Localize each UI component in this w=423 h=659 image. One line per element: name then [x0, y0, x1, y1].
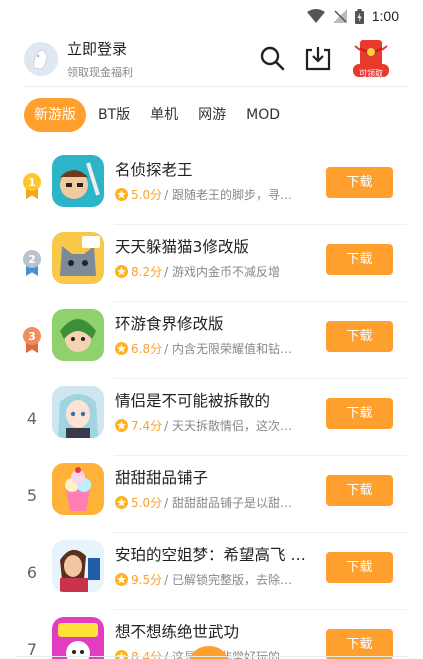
tab-new-games[interactable]: 新游版: [24, 98, 86, 132]
game-score: 5.0分: [131, 496, 163, 510]
clock: 1:00: [371, 8, 399, 24]
game-description: / 天天拆散情侣，这次…: [164, 419, 292, 433]
download-button[interactable]: 下载: [326, 244, 393, 275]
game-name[interactable]: 想不想练绝世武功: [115, 620, 239, 642]
game-meta: 6.8分 / 内含无限荣耀值和钻…: [115, 340, 292, 357]
tab-mod[interactable]: MOD: [246, 98, 280, 132]
rank-number: 6: [26, 562, 38, 582]
download-manager-icon[interactable]: [302, 42, 334, 74]
game-score: 8.4分: [131, 650, 163, 659]
download-button[interactable]: 下载: [326, 629, 393, 659]
header-divider: [24, 86, 408, 87]
list-item[interactable]: 3 环游食界修改版 6.8分 / 内含无限荣耀值和钻… 下载: [0, 302, 423, 379]
tab-online[interactable]: 网游: [198, 98, 226, 132]
red-packet-icon[interactable]: 可领取: [351, 38, 391, 78]
list-item[interactable]: 6 安珀的空姐梦：希望高飞 … 9.5分 / 已解锁完整版，去除… 下载: [0, 533, 423, 610]
game-score: 6.8分: [131, 342, 163, 356]
game-icon[interactable]: [52, 463, 104, 515]
game-icon[interactable]: [52, 386, 104, 438]
star-icon: [115, 419, 128, 432]
tab-single-player[interactable]: 单机: [150, 98, 178, 132]
game-icon[interactable]: [52, 540, 104, 592]
login-title[interactable]: 立即登录: [67, 38, 127, 59]
rank-medal-gold: 1: [20, 172, 44, 202]
game-meta: 8.2分 / 游戏内金币不减反增: [115, 263, 280, 280]
star-icon: [115, 573, 128, 586]
tab-bt[interactable]: BT版: [98, 98, 130, 132]
game-meta: 5.0分 / 甜甜甜品铺子是以甜…: [115, 494, 292, 511]
status-icons: 1:00: [306, 8, 399, 24]
game-description: / 游戏内金币不减反增: [164, 265, 280, 279]
game-name[interactable]: 甜甜甜品铺子: [115, 466, 208, 488]
status-bar: 1:00: [0, 0, 423, 34]
download-button[interactable]: 下载: [326, 398, 393, 429]
star-icon: [115, 265, 128, 278]
list-item[interactable]: 1 名侦探老王 5.0分 / 跟随老王的脚步，寻… 下载: [0, 148, 423, 225]
list-item[interactable]: 5 甜甜甜品铺子 5.0分 / 甜甜甜品铺子是以甜… 下载: [0, 456, 423, 533]
rank-number: 5: [26, 485, 38, 505]
wifi-icon: [306, 9, 325, 23]
category-tabs: 新游版 BT版 单机 网游 MOD: [24, 98, 300, 132]
game-name[interactable]: 环游食界修改版: [115, 312, 224, 334]
game-icon[interactable]: [52, 155, 104, 207]
no-signal-icon: [332, 9, 347, 23]
battery-icon: [354, 8, 364, 24]
game-icon[interactable]: [52, 232, 104, 284]
game-name[interactable]: 名侦探老王: [115, 158, 193, 180]
bottom-divider: [16, 656, 407, 657]
game-name[interactable]: 安珀的空姐梦：希望高飞 …: [115, 543, 306, 565]
game-icon[interactable]: [52, 309, 104, 361]
game-description: / 这是一款非常好玩的…: [164, 650, 292, 659]
star-icon: [115, 188, 128, 201]
star-icon: [115, 650, 128, 659]
game-description: / 甜甜甜品铺子是以甜…: [164, 496, 292, 510]
game-meta: 9.5分 / 已解锁完整版，去除…: [115, 571, 292, 588]
game-icon[interactable]: [52, 617, 104, 659]
red-packet-label: 可领取: [359, 69, 383, 78]
rank-number: 4: [26, 408, 38, 428]
game-description: / 跟随老王的脚步，寻…: [164, 188, 292, 202]
game-name[interactable]: 天天躲猫猫3修改版: [115, 235, 249, 257]
download-button[interactable]: 下载: [326, 321, 393, 352]
game-description: / 内含无限荣耀值和钻…: [164, 342, 292, 356]
download-button[interactable]: 下载: [326, 475, 393, 506]
game-name[interactable]: 情侣是不可能被拆散的: [115, 389, 270, 411]
star-icon: [115, 342, 128, 355]
game-score: 9.5分: [131, 573, 163, 587]
game-score: 5.0分: [131, 188, 163, 202]
game-score: 7.4分: [131, 419, 163, 433]
list-item[interactable]: 2 天天躲猫猫3修改版 8.2分 / 游戏内金币不减反增 下载: [0, 225, 423, 302]
download-button[interactable]: 下载: [326, 167, 393, 198]
rank-medal-silver: 2: [20, 249, 44, 279]
list-item[interactable]: 4 情侣是不可能被拆散的 7.4分 / 天天拆散情侣，这次… 下载: [0, 379, 423, 456]
game-description: / 已解锁完整版，去除…: [164, 573, 292, 587]
rank-medal-bronze: 3: [20, 326, 44, 356]
game-score: 8.2分: [131, 265, 163, 279]
download-button[interactable]: 下载: [326, 552, 393, 583]
search-icon[interactable]: [256, 42, 288, 74]
star-icon: [115, 496, 128, 509]
game-list: 1 名侦探老王 5.0分 / 跟随老王的脚步，寻… 下载 2 天天躲猫猫3修改版…: [0, 148, 423, 659]
header: 立即登录 领取现金福利 可领取: [0, 34, 423, 86]
avatar[interactable]: [24, 42, 58, 76]
game-meta: 5.0分 / 跟随老王的脚步，寻…: [115, 186, 292, 203]
login-subtitle: 领取现金福利: [67, 66, 133, 79]
game-meta: 7.4分 / 天天拆散情侣，这次…: [115, 417, 292, 434]
